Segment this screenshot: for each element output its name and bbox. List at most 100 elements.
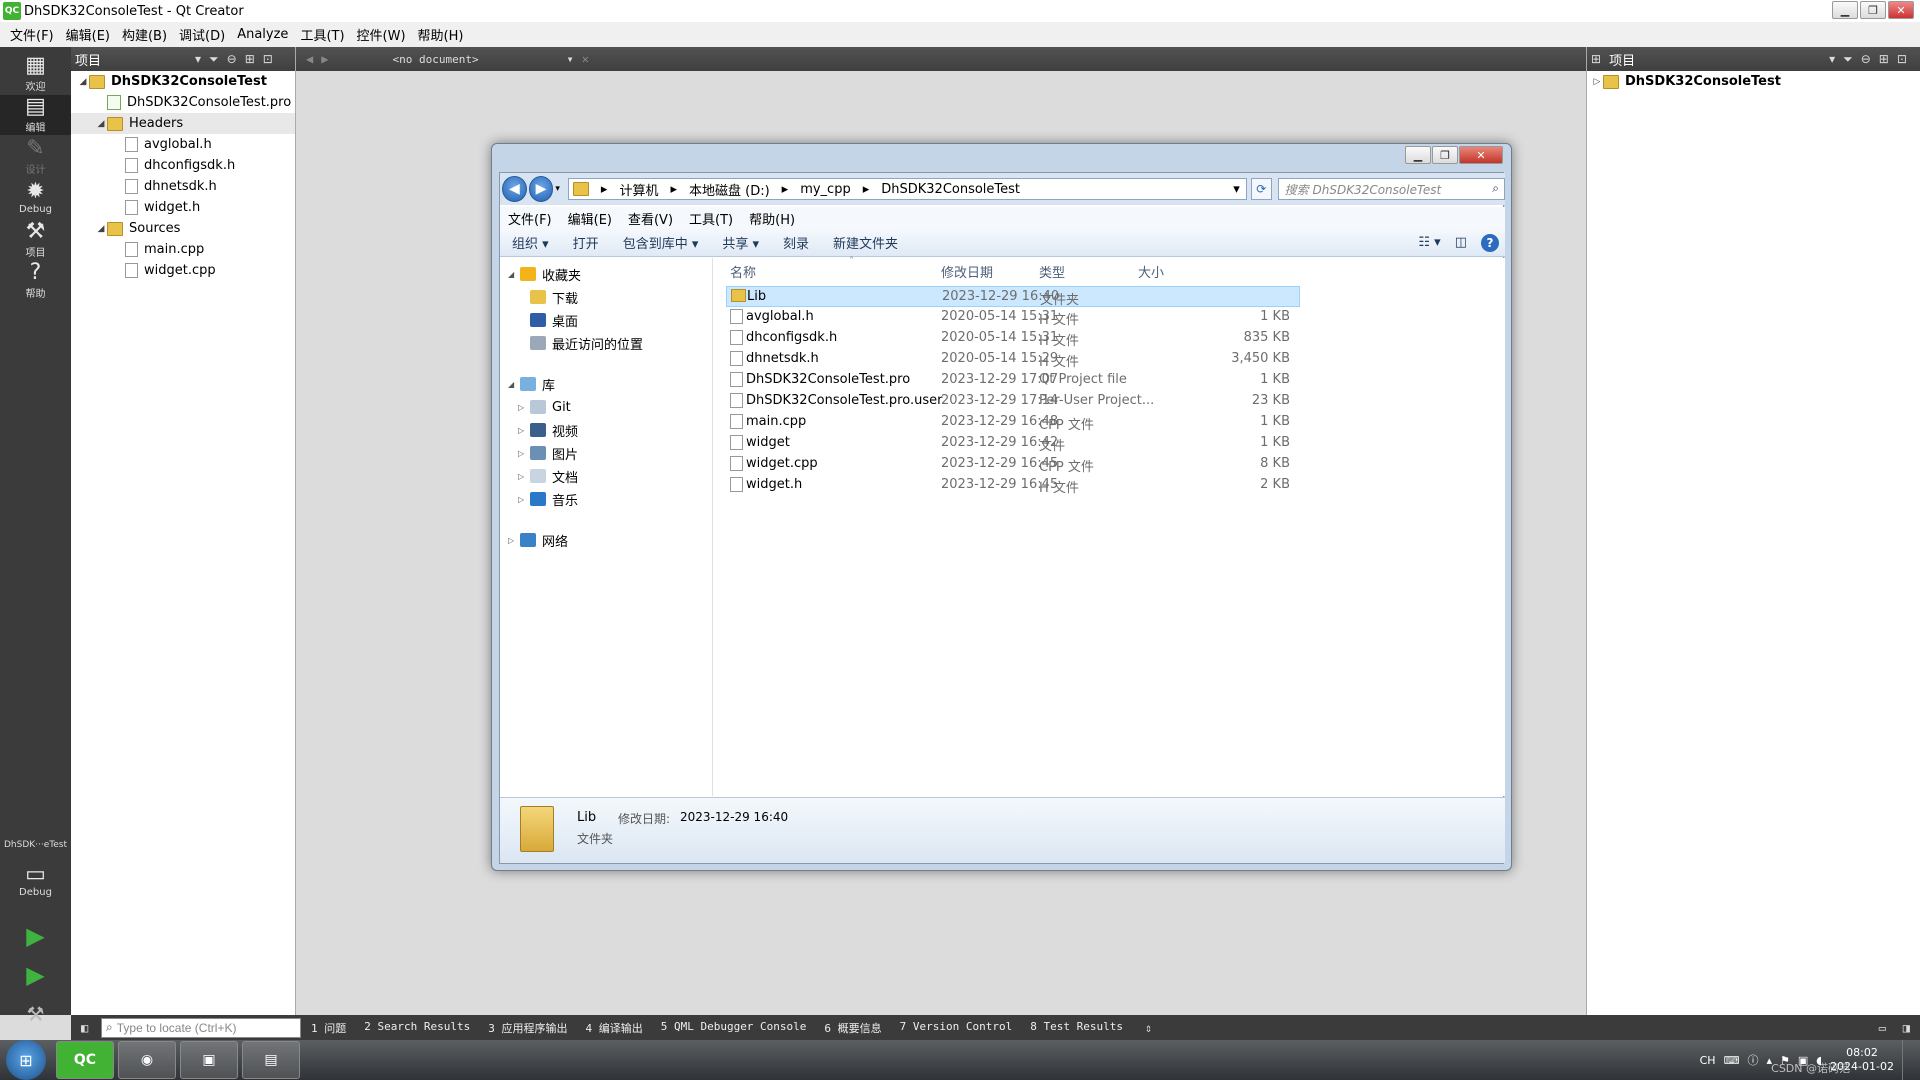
breadcrumb-separator-icon[interactable]: ▸ [863, 182, 870, 197]
back-arrow-icon[interactable]: ◀ [306, 52, 313, 66]
explorer-menu-item[interactable]: 工具(T) [681, 209, 741, 228]
mode-projects[interactable]: ⚒ 项目 [0, 219, 71, 259]
nav-item-6[interactable]: ▷ 视频 [518, 420, 578, 440]
file-row[interactable]: DhSDK32ConsoleTest.pro.user 2023-12-29 17… [726, 391, 1300, 412]
mode-debug[interactable]: ✹ Debug [0, 178, 71, 218]
explorer-maximize-button[interactable]: ❐ [1432, 146, 1458, 164]
output-tab[interactable]: 2 Search Results [364, 1020, 470, 1036]
split-icon[interactable]: ⊞ [1879, 52, 1889, 66]
file-row[interactable]: Lib 2023-12-29 16:40 文件夹 [726, 286, 1300, 308]
menu-item[interactable]: 构建(B) [116, 25, 173, 44]
file-row[interactable]: dhnetsdk.h 2020-05-14 15:29 H 文件 3,450 KB [726, 349, 1300, 370]
expand-arrow-icon[interactable]: ▷ [518, 472, 530, 481]
show-desktop-button[interactable] [1902, 1040, 1910, 1080]
breadcrumb-item[interactable]: DhSDK32ConsoleTest [881, 182, 1020, 197]
link-icon[interactable]: ⊖ [1861, 52, 1871, 66]
build-button[interactable]: ⚒ [0, 997, 71, 1031]
refresh-button[interactable]: ⟳ [1250, 178, 1272, 200]
nav-item-1[interactable]: 下载 [518, 287, 578, 307]
expand-arrow-icon[interactable]: ▷ [518, 449, 530, 458]
tree-item-dhconfigsdk-h[interactable]: dhconfigsdk.h [71, 155, 295, 176]
explorer-menu-item[interactable]: 编辑(E) [560, 209, 620, 228]
more-tabs-icon[interactable]: ⇕ [1145, 1021, 1152, 1035]
close-document-icon[interactable]: ✕ [582, 52, 589, 66]
taskbar-app[interactable]: QC [56, 1041, 114, 1079]
document-selector[interactable]: <no document> [392, 53, 562, 66]
toggle-sidebar-icon[interactable]: ◧ [81, 1021, 88, 1035]
explorer-minimize-button[interactable]: ▁ [1405, 146, 1431, 164]
expand-arrow-icon[interactable]: ▷ [1591, 77, 1603, 87]
nav-item-5[interactable]: ▷ Git [518, 397, 571, 417]
close-pane-icon[interactable]: ⊡ [1897, 52, 1907, 66]
output-tab[interactable]: 8 Test Results [1030, 1020, 1123, 1036]
minimize-button[interactable]: ▁ [1832, 1, 1858, 19]
mode-help[interactable]: ? 帮助 [0, 261, 71, 301]
file-row[interactable]: DhSDK32ConsoleTest.pro 2023-12-29 17:07 Qt… [726, 370, 1300, 391]
menu-item[interactable]: 帮助(H) [412, 25, 470, 44]
taskbar-app[interactable]: ◉ [118, 1041, 176, 1079]
toolbar-button[interactable]: 打开 [561, 233, 611, 252]
breadcrumb-separator-icon[interactable]: ▸ [670, 182, 677, 197]
explorer-close-button[interactable]: ✕ [1459, 146, 1503, 164]
menu-item[interactable]: 编辑(E) [60, 25, 116, 44]
view-options-icon[interactable]: ☷ ▾ [1418, 235, 1440, 250]
output-tab[interactable]: 7 Version Control [900, 1020, 1013, 1036]
breadcrumb-item[interactable]: my_cpp [800, 182, 851, 197]
nav-item-0[interactable]: ◢ 收藏夹 [508, 264, 581, 284]
breadcrumb[interactable]: ▸ 计算机 ▸ 本地磁盘 (D:) ▸ my_cpp ▸ DhSDK32ConsoleTest… [567, 178, 1247, 200]
file-row[interactable]: widget 2023-12-29 16:42 文件 1 KB [726, 433, 1300, 454]
toolbar-button[interactable]: 包含到库中 ▾ [611, 233, 711, 252]
nav-item-3[interactable]: 最近访问的位置 [518, 333, 643, 353]
tree-item-project[interactable]: ▷ DhSDK32ConsoleTest [1587, 71, 1920, 92]
dropdown-arrow-icon[interactable]: ▾ [195, 52, 201, 66]
expand-arrow-icon[interactable]: ◢ [77, 77, 89, 87]
recent-pages-dropdown-icon[interactable]: ▾ [555, 184, 560, 194]
search-input[interactable]: 搜索 DhSDK32ConsoleTest ⌕ [1277, 178, 1505, 200]
menu-item[interactable]: 调试(D) [173, 25, 231, 44]
tree-item-dhsdk32consoletest-pro[interactable]: DhSDK32ConsoleTest.pro [71, 92, 295, 113]
nav-item-8[interactable]: ▷ 文档 [518, 466, 578, 486]
file-row[interactable]: widget.h 2023-12-29 16:45 H 文件 2 KB [726, 475, 1300, 496]
explorer-menu-item[interactable]: 查看(V) [620, 209, 681, 228]
nav-item-4[interactable]: ◢ 库 [508, 374, 555, 394]
mode-edit[interactable]: ▤ 编辑 [0, 94, 71, 135]
toggle-right-sidebar-icon[interactable]: ◨ [1903, 1021, 1910, 1035]
file-row[interactable]: dhconfigsdk.h 2020-05-14 15:31 H 文件 835 KB [726, 328, 1300, 349]
breadcrumb-separator-icon[interactable]: ▸ [601, 182, 608, 197]
column-header[interactable]: 类型 [1039, 262, 1065, 281]
nav-item-2[interactable]: 桌面 [518, 310, 578, 330]
split-icon[interactable]: ⊞ [245, 52, 255, 66]
menu-item[interactable]: 文件(F) [4, 25, 60, 44]
tree-item-dhsdk32consoletest[interactable]: ◢ DhSDK32ConsoleTest [71, 71, 295, 92]
expand-arrow-icon[interactable]: ▷ [518, 426, 530, 435]
output-tab[interactable]: 6 概要信息 [824, 1020, 881, 1036]
file-row[interactable]: widget.cpp 2023-12-29 16:45 CPP 文件 8 KB [726, 454, 1300, 475]
expand-arrow-icon[interactable]: ▷ [508, 536, 520, 545]
mode-welcome[interactable]: ▦ 欢迎 [0, 53, 71, 93]
column-header[interactable]: 修改日期 [941, 262, 993, 281]
expand-arrow-icon[interactable]: ◢ [95, 224, 107, 234]
breadcrumb-item[interactable]: 计算机 [619, 180, 658, 199]
tree-item-headers[interactable]: ◢ Headers [71, 113, 295, 134]
toolbar-button[interactable]: 刻录 [771, 233, 821, 252]
restore-button[interactable]: ❐ [1860, 1, 1886, 19]
document-dropdown-icon[interactable]: ▾ [566, 52, 573, 66]
filter-icon[interactable]: ⏷ [1843, 52, 1853, 67]
tree-item-widget-cpp[interactable]: widget.cpp [71, 260, 295, 281]
column-header[interactable]: 大小 [1138, 262, 1164, 281]
nav-item-9[interactable]: ▷ 音乐 [518, 489, 578, 509]
mode-design[interactable]: ✎ 设计 [0, 136, 71, 176]
taskbar-app[interactable]: ▣ [180, 1041, 238, 1079]
tree-item-main-cpp[interactable]: main.cpp [71, 239, 295, 260]
expand-arrow-icon[interactable]: ◢ [508, 380, 520, 389]
nav-item-7[interactable]: ▷ 图片 [518, 443, 578, 463]
taskbar-app[interactable]: ▤ [242, 1041, 300, 1079]
back-button[interactable]: ◀ [502, 176, 527, 202]
file-row[interactable]: avglobal.h 2020-05-14 15:31 H 文件 1 KB [726, 307, 1300, 328]
start-button[interactable]: ⊞ [6, 1040, 46, 1080]
menu-item[interactable]: 工具(T) [294, 25, 350, 44]
menu-item[interactable]: 控件(W) [351, 25, 412, 44]
toolbar-button[interactable]: 共享 ▾ [710, 233, 771, 252]
output-tab[interactable]: 5 QML Debugger Console [661, 1020, 807, 1036]
dropdown-arrow-icon[interactable]: ▾ [1829, 52, 1835, 66]
